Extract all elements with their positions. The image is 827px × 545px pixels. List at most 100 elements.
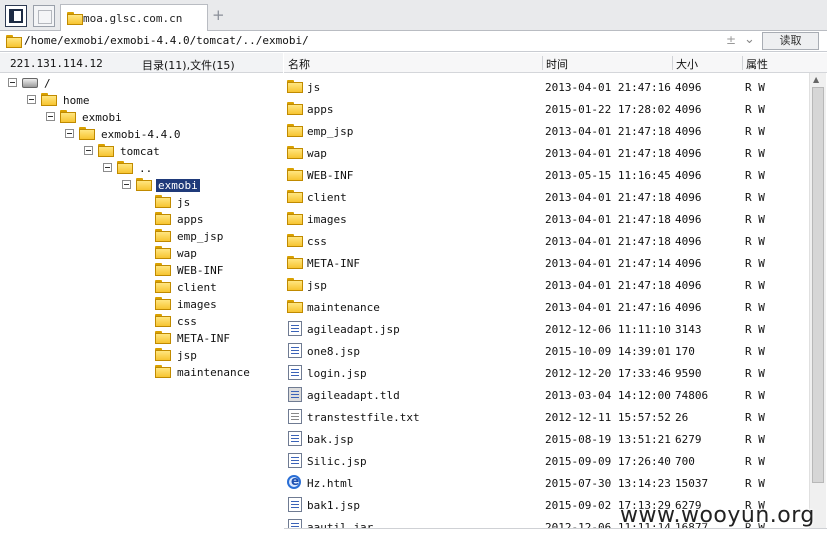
scrollbar-thumb[interactable] (812, 87, 824, 483)
column-separator[interactable] (542, 56, 543, 70)
collapse-toggle-icon[interactable] (46, 112, 55, 121)
chevron-down-icon[interactable]: ⌄ (744, 32, 755, 47)
tree-node[interactable]: apps (0, 211, 283, 228)
file-row[interactable]: WEB-INF 2013-05-15 11:16:45 4096 R W (284, 163, 809, 185)
file-row[interactable]: agileadapt.jsp 2012-12-06 11:11:10 3143 R W (284, 317, 809, 339)
column-size-header[interactable]: 大小 (676, 56, 698, 73)
toggle-panel-button[interactable] (5, 5, 27, 27)
jar-file-icon (288, 519, 302, 528)
file-row[interactable]: css 2013-04-01 21:47:18 4096 R W (284, 229, 809, 251)
file-time: 2013-04-01 21:47:18 (545, 125, 671, 138)
collapse-toggle-icon[interactable] (103, 163, 112, 172)
tree-node[interactable]: .. (0, 160, 283, 177)
plus-minus-icon[interactable]: ± (726, 33, 736, 47)
file-row[interactable]: META-INF 2013-04-01 21:47:14 4096 R W (284, 251, 809, 273)
tree-node[interactable]: exmobi-4.4.0 (0, 126, 283, 143)
tree-node[interactable]: wap (0, 245, 283, 262)
tree-node-label[interactable]: emp_jsp (177, 230, 223, 243)
file-attr: R W (745, 345, 765, 358)
scroll-up-arrow-icon[interactable]: ▲ (813, 75, 819, 84)
tree-node[interactable]: META-INF (0, 330, 283, 347)
column-name-header[interactable]: 名称 (288, 56, 310, 73)
tree-node-label[interactable]: / (44, 77, 51, 90)
path-input[interactable]: /home/exmobi/exmobi-4.4.0/tomcat/../exmo… (24, 34, 724, 47)
file-name: Hz.html (307, 477, 354, 490)
collapse-toggle-icon[interactable] (84, 146, 93, 155)
tree-node[interactable]: images (0, 296, 283, 313)
file-row[interactable]: wap 2013-04-01 21:47:18 4096 R W (284, 141, 809, 163)
collapse-toggle-icon[interactable] (122, 180, 131, 189)
column-separator[interactable] (672, 56, 673, 70)
tree-node-label[interactable]: maintenance (177, 366, 250, 379)
tree-node-label[interactable]: home (63, 94, 90, 107)
tree-node-label[interactable]: jsp (177, 349, 197, 362)
tree-node[interactable]: home (0, 92, 283, 109)
file-row[interactable]: maintenance 2013-04-01 21:47:16 4096 R W (284, 295, 809, 317)
file-row[interactable]: jsp 2013-04-01 21:47:18 4096 R W (284, 273, 809, 295)
tree-node-label[interactable]: WEB-INF (177, 264, 223, 277)
file-row[interactable]: one8.jsp 2015-10-09 14:39:01 170 R W (284, 339, 809, 361)
file-row[interactable]: login.jsp 2012-12-20 17:33:46 9590 R W (284, 361, 809, 383)
tree-node[interactable]: tomcat (0, 143, 283, 160)
tree-node[interactable]: css (0, 313, 283, 330)
file-name: jsp (307, 279, 327, 292)
tree-node-label[interactable]: exmobi (82, 111, 122, 124)
file-row[interactable]: js 2013-04-01 21:47:16 4096 R W (284, 75, 809, 97)
file-row[interactable]: emp_jsp 2013-04-01 21:47:18 4096 R W (284, 119, 809, 141)
column-attr-header[interactable]: 属性 (746, 56, 768, 73)
file-size: 170 (675, 345, 695, 358)
file-row[interactable]: Silic.jsp 2015-09-09 17:26:40 700 R W (284, 449, 809, 471)
tree-node[interactable]: emp_jsp (0, 228, 283, 245)
collapse-toggle-icon[interactable] (65, 129, 74, 138)
tree-node-label[interactable]: css (177, 315, 197, 328)
collapse-toggle-icon[interactable] (8, 78, 17, 87)
tree-node[interactable]: WEB-INF (0, 262, 283, 279)
tree-node[interactable]: exmobi (0, 109, 283, 126)
tree-node-label[interactable]: exmobi (156, 179, 200, 192)
tree-node[interactable]: maintenance (0, 364, 283, 381)
new-tab-button[interactable]: + (212, 6, 225, 24)
tree-node-label[interactable]: client (177, 281, 217, 294)
tree-node[interactable]: jsp (0, 347, 283, 364)
file-row[interactable]: apps 2015-01-22 17:28:02 4096 R W (284, 97, 809, 119)
tree-node-label[interactable]: .. (139, 162, 152, 175)
file-time: 2013-04-01 21:47:18 (545, 279, 671, 292)
tree-node[interactable]: / (0, 75, 283, 92)
folder-icon (155, 297, 171, 310)
column-separator[interactable] (742, 56, 743, 70)
file-name: wap (307, 147, 327, 160)
tree-node-label[interactable]: apps (177, 213, 204, 226)
tree-node-label[interactable]: tomcat (120, 145, 160, 158)
jsp-file-icon (288, 431, 302, 446)
column-time-header[interactable]: 时间 (546, 56, 568, 73)
read-button[interactable]: 读取 (762, 32, 819, 50)
file-row[interactable]: client 2013-04-01 21:47:18 4096 R W (284, 185, 809, 207)
tab-site[interactable]: moa.glsc.com.cn (60, 4, 208, 31)
tab-bar: moa.glsc.com.cn + (0, 0, 827, 31)
file-time: 2013-04-01 21:47:18 (545, 235, 671, 248)
file-row[interactable]: transtestfile.txt 2012-12-11 15:57:52 26 R … (284, 405, 809, 427)
tree-node[interactable]: exmobi (0, 177, 283, 194)
file-list: js 2013-04-01 21:47:16 4096 R W apps 2015-01-… (284, 75, 809, 528)
directory-tree: / home exmobi exmobi-4.4.0 tomcat.. exmobi js a… (0, 73, 283, 545)
file-row[interactable]: agileadapt.tld 2013-03-04 14:12:00 74806 R … (284, 383, 809, 405)
file-attr: R W (745, 125, 765, 138)
tree-node-label[interactable]: exmobi-4.4.0 (101, 128, 180, 141)
tree-node[interactable]: js (0, 194, 283, 211)
file-row[interactable]: bak.jsp 2015-08-19 13:51:21 6279 R W (284, 427, 809, 449)
tree-node-label[interactable]: wap (177, 247, 197, 260)
file-attr: R W (745, 235, 765, 248)
file-row[interactable]: Hz.html 2015-07-30 13:14:23 15037 R W (284, 471, 809, 493)
file-size: 74806 (675, 389, 709, 402)
collapse-toggle-icon[interactable] (27, 95, 36, 104)
file-time: 2015-01-22 17:28:02 (545, 103, 671, 116)
file-list-header: 名称 时间 大小 属性 (284, 53, 827, 73)
new-window-button[interactable] (33, 5, 55, 27)
tree-node-label[interactable]: META-INF (177, 332, 230, 345)
file-row[interactable]: images 2013-04-01 21:47:18 4096 R W (284, 207, 809, 229)
tree-node-label[interactable]: images (177, 298, 217, 311)
file-size: 15037 (675, 477, 709, 490)
tree-node[interactable]: client (0, 279, 283, 296)
vertical-scrollbar[interactable]: ▲ (809, 73, 826, 528)
tree-node-label[interactable]: js (177, 196, 190, 209)
